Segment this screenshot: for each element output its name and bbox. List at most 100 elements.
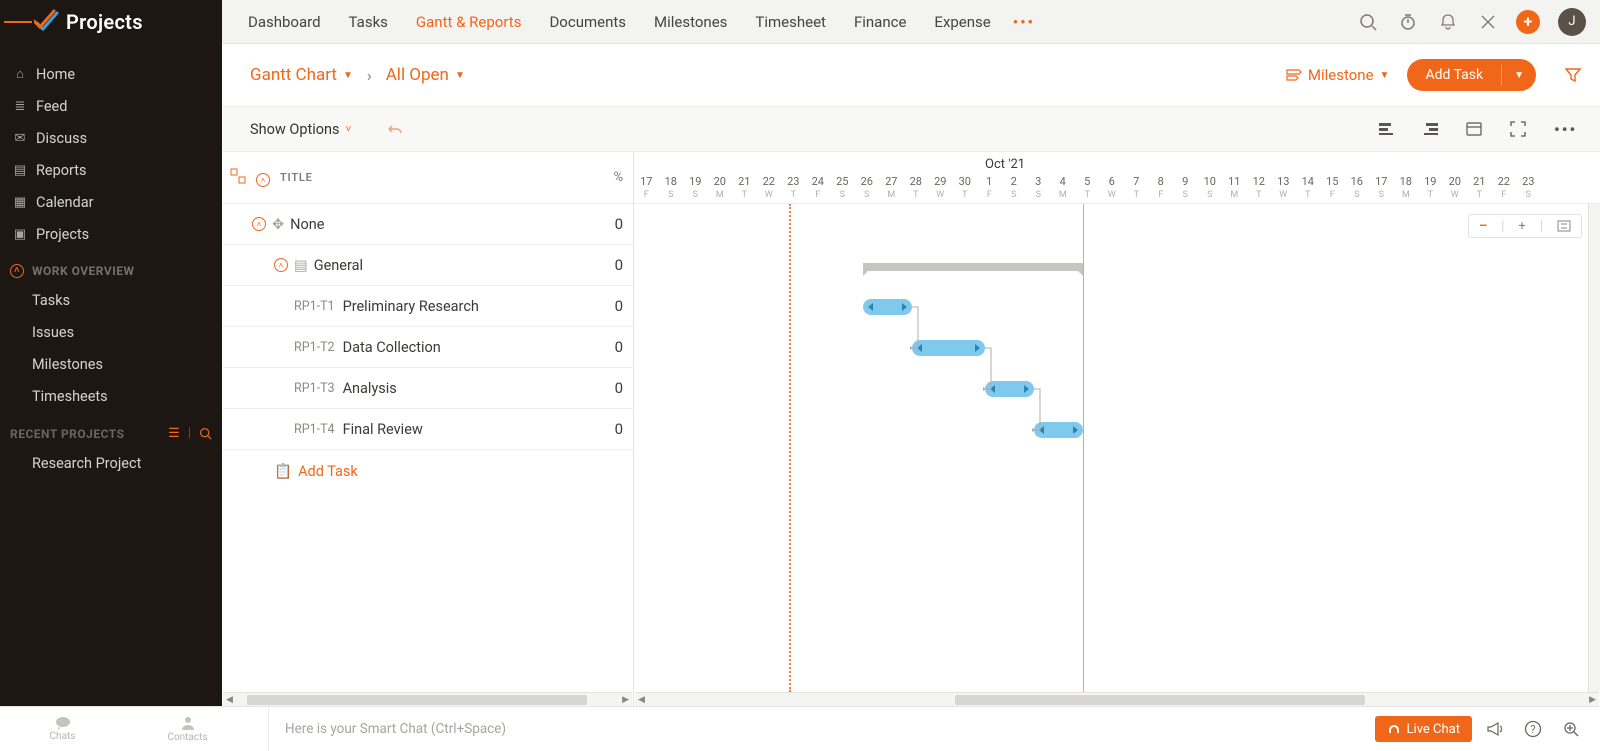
view-dropdown[interactable]: Gantt Chart▼ — [250, 65, 353, 85]
nav-item-dashboard[interactable]: Dashboard — [248, 13, 321, 31]
filter-dropdown[interactable]: All Open▼ — [386, 65, 465, 85]
sidebar-item-calendar[interactable]: ▦Calendar — [0, 186, 222, 218]
column-header-percent[interactable]: % — [613, 170, 623, 185]
grouping-dropdown[interactable]: Milestone▼ — [1286, 66, 1390, 84]
nav-item-expense[interactable]: Expense — [934, 13, 990, 31]
gantt-day: 2S — [1002, 176, 1027, 202]
gantt-body[interactable] — [634, 204, 1600, 692]
announce-icon[interactable] — [1486, 721, 1514, 737]
contact-icon — [180, 715, 196, 731]
chats-button[interactable]: Chats — [0, 716, 125, 742]
sidebar-item-timesheets[interactable]: Timesheets — [0, 380, 222, 412]
gantt-task-bar[interactable] — [1034, 422, 1083, 438]
view-compact-icon[interactable] — [1378, 122, 1400, 136]
task-row[interactable]: RP1-T2Data Collection0 — [222, 327, 633, 368]
add-button[interactable]: + — [1516, 10, 1540, 34]
avatar[interactable]: J — [1558, 8, 1586, 36]
sidebar-item-tasks[interactable]: Tasks — [0, 284, 222, 316]
undo-icon[interactable] — [385, 122, 403, 136]
nav-item-documents[interactable]: Documents — [549, 13, 626, 31]
gantt-day: 1F — [977, 176, 1002, 202]
timer-icon[interactable] — [1396, 10, 1420, 34]
sidebar-section-recent: RECENT PROJECTS ☰ | — [0, 412, 222, 447]
gantt-day: 18S — [659, 176, 684, 202]
live-chat-button[interactable]: Live Chat — [1375, 716, 1472, 742]
tools-icon[interactable] — [1476, 10, 1500, 34]
zoom-out-button[interactable]: – — [1479, 219, 1487, 234]
top-nav: Dashboard Tasks Gantt & Reports Documents Mi… — [222, 0, 1600, 44]
percent-value: 0 — [603, 379, 633, 397]
add-task-button[interactable]: Add Task▼ — [1407, 59, 1536, 91]
menu-icon[interactable] — [4, 8, 32, 36]
task-id: RP1-T4 — [294, 422, 335, 437]
help-icon[interactable]: ? — [1524, 720, 1552, 738]
sidebar-item-home[interactable]: ⌂Home — [0, 58, 222, 90]
gantt-task-bar[interactable] — [912, 340, 986, 356]
nav-item-tasks[interactable]: Tasks — [349, 13, 388, 31]
headset-icon — [1387, 722, 1401, 736]
zoom-in-button[interactable]: + — [1518, 219, 1525, 234]
collapse-icon[interactable]: ˄ — [274, 258, 288, 272]
sidebar-recent-project[interactable]: Research Project — [0, 447, 222, 479]
drag-icon[interactable]: ✥ — [272, 216, 284, 233]
reports-icon: ▤ — [10, 163, 30, 178]
collapse-all-icon[interactable]: ˄ — [256, 168, 270, 188]
sidebar-item-projects[interactable]: ▣Projects — [0, 218, 222, 250]
smart-chat-input[interactable]: Here is your Smart Chat (Ctrl+Space) — [268, 707, 1375, 751]
task-row[interactable]: ˄✥None0 — [222, 204, 633, 245]
gantt-zoom-control: – | + | — [1468, 214, 1582, 238]
sidebar-item-feed[interactable]: ≣Feed — [0, 90, 222, 122]
gantt-day: 19T — [1418, 176, 1443, 202]
view-fit-icon[interactable] — [1422, 122, 1444, 136]
sidebar-item-reports[interactable]: ▤Reports — [0, 154, 222, 186]
calendar-icon[interactable] — [1466, 121, 1488, 137]
add-task-row[interactable]: 📋 Add Task — [222, 450, 633, 492]
app-logo[interactable]: Projects — [34, 9, 143, 35]
gantt-v-scrollbar[interactable] — [1588, 204, 1600, 692]
gantt-header: Oct '21 17F18S19S20M21T22W23T24F25S26S27… — [634, 152, 1600, 204]
sidebar-item-discuss[interactable]: ✉Discuss — [0, 122, 222, 154]
search-icon[interactable] — [199, 427, 212, 440]
gantt-day: 15F — [1320, 176, 1345, 202]
task-row[interactable]: RP1-T3Analysis0 — [222, 368, 633, 409]
collapse-icon: ˄ — [10, 264, 24, 278]
gantt-task-bar[interactable] — [863, 299, 912, 315]
percent-value: 0 — [603, 338, 633, 356]
gantt-summary-bar[interactable] — [863, 263, 1084, 271]
gantt-day: 20M — [708, 176, 733, 202]
sidebar-section-work-overview[interactable]: ˄ WORK OVERVIEW — [0, 250, 222, 284]
fullscreen-icon[interactable] — [1510, 121, 1532, 137]
nav-more[interactable]: ••• — [1013, 13, 1035, 31]
filter-icon[interactable] — [1564, 66, 1582, 84]
sidebar-item-issues[interactable]: Issues — [0, 316, 222, 348]
column-header-title[interactable]: TITLE — [280, 171, 313, 184]
gantt-day: 14T — [1296, 176, 1321, 202]
add-task-dropdown[interactable]: ▼ — [1502, 70, 1536, 81]
gantt-day: 24F — [806, 176, 831, 202]
nav-item-finance[interactable]: Finance — [854, 13, 906, 31]
gantt-task-bar[interactable] — [985, 381, 1034, 397]
search-icon[interactable] — [1356, 10, 1380, 34]
task-id: RP1-T2 — [294, 340, 335, 355]
gantt-day: 10S — [1198, 176, 1223, 202]
bell-icon[interactable] — [1436, 10, 1460, 34]
nav-item-gantt-reports[interactable]: Gantt & Reports — [416, 13, 522, 31]
zoom-icon[interactable] — [1562, 720, 1590, 738]
gantt-day: 8F — [1149, 176, 1174, 202]
sidebar-item-milestones[interactable]: Milestones — [0, 348, 222, 380]
gantt-h-scrollbar[interactable]: ◀ ▶ — [635, 692, 1599, 706]
task-row[interactable]: RP1-T4Final Review0 — [222, 409, 633, 450]
nav-item-timesheet[interactable]: Timesheet — [755, 13, 826, 31]
tasklist-h-scrollbar[interactable]: ◀ ▶ — [223, 692, 632, 706]
show-options-dropdown[interactable]: Show Options˅ — [250, 121, 351, 138]
zoom-fit-button[interactable] — [1557, 220, 1571, 232]
contacts-button[interactable]: Contacts — [125, 715, 250, 743]
gantt-day: 21T — [732, 176, 757, 202]
expand-collapse-icon[interactable] — [230, 168, 246, 188]
nav-item-milestones[interactable]: Milestones — [654, 13, 727, 31]
collapse-icon[interactable]: ˄ — [252, 217, 266, 231]
task-row[interactable]: ˄▤General0 — [222, 245, 633, 286]
settings-slider-icon[interactable]: ☰ — [168, 426, 180, 441]
task-row[interactable]: RP1-T1Preliminary Research0 — [222, 286, 633, 327]
more-menu[interactable]: ••• — [1554, 120, 1576, 139]
